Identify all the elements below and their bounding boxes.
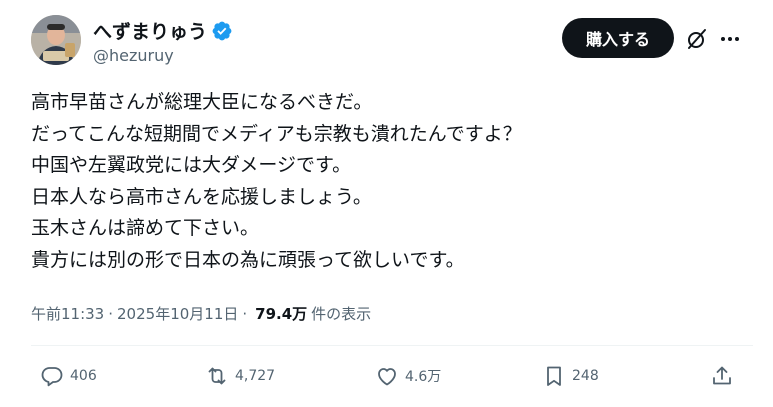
author-handle[interactable]: @hezuruy [93, 46, 174, 65]
share-button[interactable] [710, 358, 734, 394]
reply-count: 406 [70, 368, 97, 384]
tweet-meta: 午前11:33 · 2025年10月11日 · 79.4万 件の表示 [31, 303, 371, 324]
author-display-name[interactable]: へずまりゅう [93, 17, 207, 44]
repost-button[interactable]: 4,727 [205, 358, 275, 394]
author-name-row[interactable]: へずまりゅう [93, 17, 233, 44]
verified-badge-icon[interactable] [211, 20, 233, 42]
repost-icon [208, 367, 226, 385]
avatar[interactable] [31, 15, 81, 65]
tweet-line: 高市早苗さんが総理大臣になるべきだ。 [31, 91, 373, 113]
bookmark-count: 248 [572, 368, 599, 384]
tweet-line: 玉木さんは諦めて下さい。 [31, 217, 260, 240]
views-label: 件の表示 [311, 305, 372, 323]
views-count[interactable]: 79.4万 [255, 303, 307, 324]
tweet-line: 貴方には別の形で日本の為に頑張って欲しいです。 [31, 248, 465, 271]
more-dots-icon[interactable] [718, 27, 742, 51]
share-icon [713, 366, 731, 385]
divider [31, 345, 753, 346]
meta-separator: · [242, 304, 248, 323]
tweet-date[interactable]: 2025年10月11日 [117, 303, 238, 324]
meta-separator: · [108, 304, 114, 323]
avatar-image [31, 15, 81, 65]
reply-button[interactable]: 406 [40, 358, 97, 394]
tweet-actions: 406 4,727 4.6万 248 [0, 358, 773, 394]
buy-button[interactable]: 購入する [562, 18, 674, 58]
tweet-text: 高市早苗さんが総理大臣になるべきだ。 だってこんな短期間でメディアも宗教も潰れた… [31, 87, 751, 277]
bookmark-icon [547, 366, 561, 386]
tweet-line: 中国や左翼政党には大ダメージです。 [31, 154, 352, 177]
reply-icon [41, 367, 63, 387]
tweet-line: 日本人なら高市さんを応援しましょう。 [31, 185, 372, 208]
tweet-time[interactable]: 午前11:33 [31, 303, 104, 324]
tweet-line: だってこんな短期間でメディアも宗教も潰れたんですよ？ [31, 122, 522, 145]
slashed-circle-icon[interactable] [685, 27, 709, 51]
bookmark-button[interactable]: 248 [542, 358, 599, 394]
like-count: 4.6万 [405, 369, 442, 385]
repost-count: 4,727 [235, 368, 276, 384]
heart-icon [378, 368, 396, 386]
like-button[interactable]: 4.6万 [375, 358, 441, 394]
